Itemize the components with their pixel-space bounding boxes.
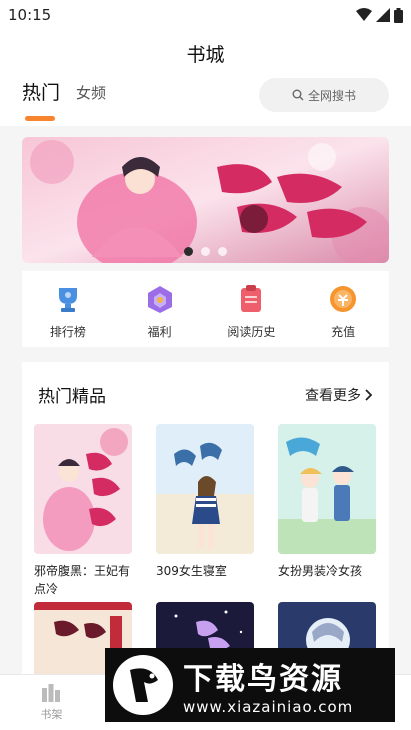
quick-nav: 排行榜 福利 阅读历史 充值: [22, 271, 389, 347]
reading-history-label: 阅读历史: [227, 325, 276, 339]
welfare-button[interactable]: 福利: [120, 283, 200, 340]
ranking-label: 排行榜: [49, 325, 86, 339]
book-card[interactable]: 309女生寝室: [156, 424, 256, 580]
recharge-label: 充值: [331, 325, 356, 339]
search-icon: [292, 89, 304, 101]
carousel-indicators: [22, 247, 389, 256]
book-card[interactable]: 邪帝腹黑：王妃有点冷: [34, 424, 134, 598]
book-title: 女扮男装冷女孩: [278, 564, 363, 578]
carousel-dot[interactable]: [184, 247, 193, 256]
book-title: 309女生寝室: [156, 564, 227, 578]
gift-icon: [147, 286, 172, 313]
wifi-icon: [356, 8, 372, 21]
page-title: 书城: [186, 44, 225, 66]
status-bar: 10:15: [0, 0, 411, 30]
trophy-icon: [58, 288, 77, 312]
tab-hot-label: 热门: [22, 82, 61, 104]
watermark-url: www.xiazainiao.com: [183, 698, 354, 716]
watermark-name: 下载鸟资源: [183, 662, 343, 697]
search-label: 全网搜书: [307, 88, 356, 103]
bottom-nav-bookshelf[interactable]: 书架: [0, 675, 103, 730]
signal-icon: [376, 8, 390, 22]
bookshelf-label: 书架: [40, 707, 63, 721]
category-tabs: 热门 女频: [22, 78, 106, 121]
status-icons: [356, 7, 403, 23]
watermark-banner: 下载鸟资源 www.xiazainiao.com: [105, 648, 395, 722]
recharge-button[interactable]: 充值: [303, 283, 383, 340]
tab-active-indicator: [25, 116, 55, 121]
book-cover: [278, 424, 376, 554]
book-title: 邪帝腹黑：王妃有点冷: [34, 564, 131, 596]
carousel-dot[interactable]: [218, 247, 227, 256]
banner-carousel[interactable]: [22, 137, 389, 263]
see-more-label: 查看更多: [305, 387, 361, 404]
history-icon: [241, 285, 262, 312]
status-time: 10:15: [8, 6, 52, 24]
chevron-right-icon: [365, 388, 373, 401]
watermark-logo: [113, 655, 173, 715]
tab-female[interactable]: 女频: [76, 82, 106, 105]
carousel-dot[interactable]: [201, 247, 210, 256]
welfare-label: 福利: [147, 325, 172, 339]
ranking-button[interactable]: 排行榜: [28, 283, 108, 340]
book-cover: [156, 424, 254, 554]
watermark-text: 下载鸟资源 www.xiazainiao.com: [183, 654, 353, 716]
book-card[interactable]: 女扮男装冷女孩: [278, 424, 378, 580]
bookshelf-icon: [42, 683, 61, 702]
tab-female-label: 女频: [76, 84, 107, 102]
featured-title: 热门精品: [38, 387, 106, 407]
banner-image: [22, 137, 389, 263]
book-cover: [34, 424, 132, 554]
featured-header: 热门精品 查看更多: [38, 382, 373, 407]
tab-hot[interactable]: 热门: [22, 78, 61, 121]
recharge-icon: [330, 286, 357, 312]
featured-section: 热门精品 查看更多 邪帝腹黑：王妃有点冷 309女生寝室 女扮男装冷女孩: [22, 362, 389, 674]
see-more-link[interactable]: 查看更多: [305, 385, 373, 405]
search-button[interactable]: 全网搜书: [259, 78, 389, 112]
reading-history-button[interactable]: 阅读历史: [211, 283, 291, 340]
battery-icon: [394, 7, 403, 23]
